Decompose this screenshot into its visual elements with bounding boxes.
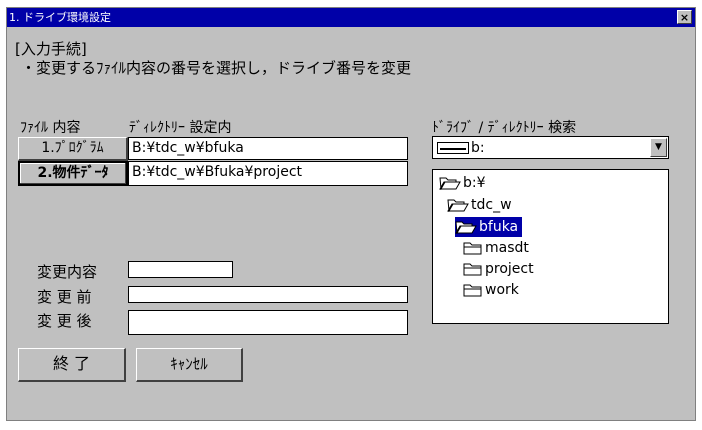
tree-item-label: project bbox=[485, 261, 534, 277]
folder-icon bbox=[463, 284, 482, 297]
tree-item-masdt[interactable]: masdt bbox=[463, 238, 533, 258]
change-content-field[interactable] bbox=[128, 261, 233, 278]
drive-icon bbox=[437, 142, 469, 154]
property-data-directory-field[interactable]: B:¥tdc_w¥Bfuka¥project bbox=[128, 161, 408, 186]
instructions-heading: [入力手続] bbox=[15, 40, 87, 58]
property-data-button[interactable]: 2.物件ﾃﾞｰﾀ bbox=[18, 161, 128, 186]
after-change-label: 変 更 後 bbox=[37, 312, 92, 330]
exit-button[interactable]: 終 了 bbox=[18, 348, 126, 382]
title-bar[interactable]: 1. ドライブ環境設定 × bbox=[7, 8, 695, 27]
drive-settings-dialog: 1. ドライブ環境設定 × [入力手続] ・変更するﾌｧｲﾙ内容の番号を選択し，… bbox=[6, 7, 696, 421]
chevron-down-icon[interactable]: ▼ bbox=[650, 138, 667, 157]
column-header-file: ﾌｧｲﾙ 内容 bbox=[20, 120, 81, 136]
open-folder-icon bbox=[447, 199, 469, 212]
program-button[interactable]: 1.ﾌﾟﾛｸﾞﾗﾑ bbox=[18, 137, 128, 161]
column-header-directory: ﾃﾞｨﾚｸﾄﾘｰ 設定内 bbox=[129, 120, 232, 136]
instructions-text: ・変更するﾌｧｲﾙ内容の番号を選択し，ドライブ番号を変更 bbox=[21, 59, 412, 77]
tree-item-drive[interactable]: b:¥ bbox=[439, 173, 490, 193]
tree-item-label: work bbox=[485, 282, 519, 298]
program-directory-field[interactable]: B:¥tdc_w¥bfuka bbox=[128, 137, 408, 160]
drive-select-value: b: bbox=[471, 140, 485, 156]
cancel-button[interactable]: ｷｬﾝｾﾙ bbox=[136, 348, 243, 382]
after-change-field[interactable] bbox=[128, 310, 408, 335]
tree-item-label: b:¥ bbox=[463, 175, 486, 191]
directory-tree[interactable]: b:¥ tdc_w bfuka masdt project work bbox=[432, 169, 669, 324]
open-folder-icon bbox=[439, 177, 461, 190]
open-folder-icon bbox=[455, 221, 477, 234]
tree-item-label: masdt bbox=[485, 240, 529, 256]
tree-item-work[interactable]: work bbox=[463, 280, 523, 300]
tree-item-tdc-w[interactable]: tdc_w bbox=[447, 195, 516, 215]
tree-item-label: bfuka bbox=[479, 219, 519, 235]
tree-item-label: tdc_w bbox=[471, 197, 512, 213]
drive-directory-search-label: ﾄﾞﾗｲﾌﾞ / ﾃﾞｨﾚｸﾄﾘｰ 検索 bbox=[432, 120, 577, 136]
close-button[interactable]: × bbox=[677, 10, 692, 24]
before-change-label: 変 更 前 bbox=[37, 288, 92, 306]
window-title: 1. ドライブ環境設定 bbox=[9, 11, 111, 24]
folder-icon bbox=[463, 263, 482, 276]
tree-item-bfuka[interactable]: bfuka bbox=[455, 217, 523, 237]
change-content-label: 変更内容 bbox=[37, 263, 98, 281]
folder-icon bbox=[463, 242, 482, 255]
tree-item-project[interactable]: project bbox=[463, 259, 538, 279]
drive-select[interactable]: b: ▼ bbox=[432, 136, 669, 159]
before-change-field[interactable] bbox=[128, 286, 408, 303]
